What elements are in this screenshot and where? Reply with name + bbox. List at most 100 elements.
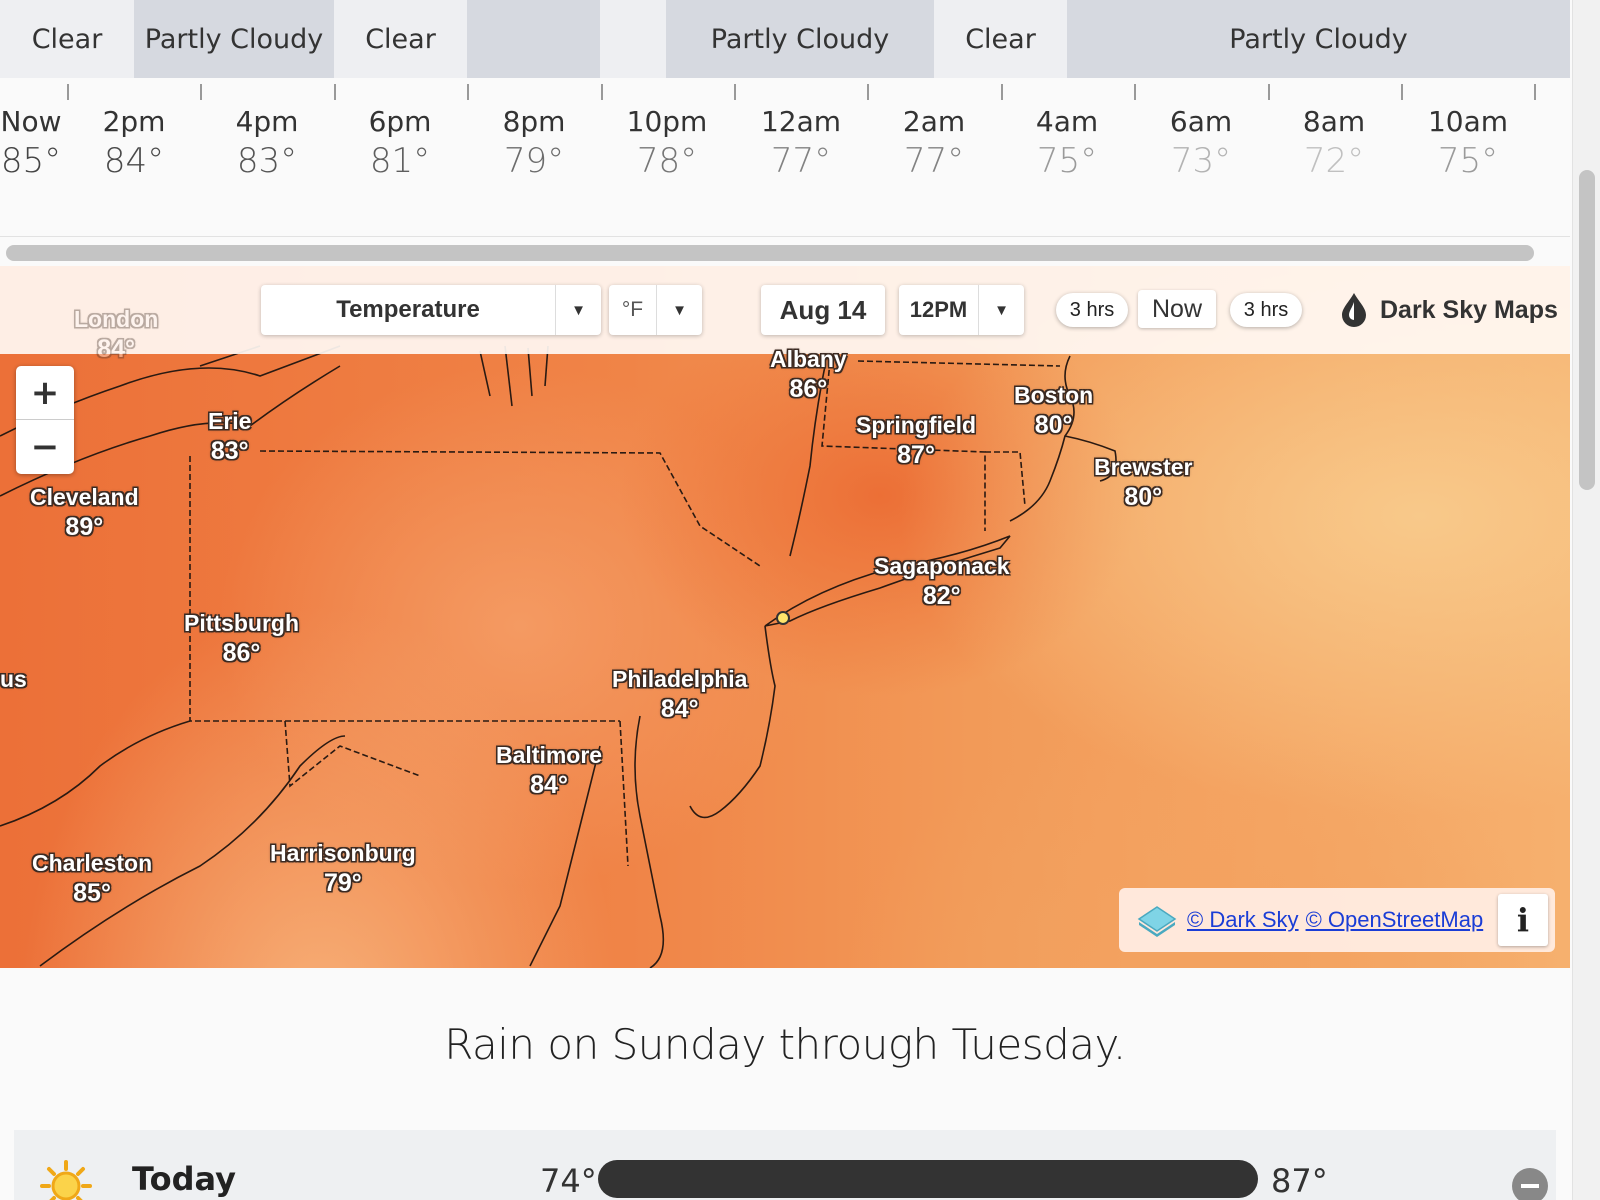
step-back-label: 3 hrs [1069,298,1115,321]
city-temp: 82° [922,582,961,610]
chevron-down-icon[interactable]: ▼ [978,285,1024,335]
minus-icon: − [30,427,60,467]
hour-tick [734,84,736,100]
condition-segment [467,0,600,78]
city-name: Pittsburgh [184,610,299,636]
day-label: Today [132,1160,236,1198]
collapse-button[interactable] [1512,1168,1548,1200]
hour-temp: 77° [770,141,832,181]
city-temp: 84° [97,335,136,363]
city-name: Springfield [856,412,977,438]
city-name: Charleston [32,850,153,876]
map-time-label: 12PM [909,297,968,322]
page-scrollbar-thumb[interactable] [1579,170,1595,490]
city-label: us [0,664,27,694]
city-temp: 86° [222,639,261,667]
condition-label: Clear [365,23,436,55]
zoom-in-button[interactable]: + [16,366,74,420]
condition-label: Partly Cloudy [710,23,890,55]
timeline-scrollbar-thumb[interactable] [6,245,1534,261]
chevron-down-icon[interactable]: ▼ [656,285,702,335]
hour-tick [67,84,69,100]
hour-ticks [0,84,1570,100]
hour-label: 10pm [626,105,708,138]
hour-label: 4am [1035,105,1099,138]
map-layer-label: Temperature [336,296,480,323]
city-label: Charleston 85° [32,848,152,908]
conditions-bar: Clear Partly Cloudy Clear Partly Cloudy … [0,0,1570,78]
current-location-marker [776,611,790,625]
hour-tick [1134,84,1136,100]
city-label: Boston 80° [1014,380,1093,440]
city-temp: 85° [73,879,111,907]
zoom-out-button[interactable]: − [16,420,74,474]
map-layer-select[interactable]: Temperature ▼ [261,285,601,335]
city-label: Sagaponack 82° [874,551,1010,611]
city-label: Philadelphia 84° [612,664,747,724]
hour-label: 10am [1427,105,1509,138]
hour-tick [1268,84,1270,100]
city-label: Erie 83° [208,406,251,466]
dark-sky-attribution-link[interactable]: © Dark Sky [1187,907,1299,933]
city-name: Baltimore [496,742,603,768]
hour-tick [334,84,336,100]
step-forward-button[interactable]: 3 hrs [1230,293,1302,327]
hour-item: 8am 72° [1279,104,1389,182]
hour-item: 6pm 81° [345,104,455,182]
now-label: Now [1151,294,1202,323]
city-label: Springfield 87° [856,410,976,470]
condition-segment [600,0,666,78]
dark-sky-logo-icon [1342,293,1366,327]
day-high-temp: 87° [1271,1162,1328,1200]
map-time-select[interactable]: 12PM ▼ [899,285,1024,335]
chevron-down-icon[interactable]: ▼ [555,285,601,335]
now-button[interactable]: Now [1138,290,1216,328]
condition-segment: Clear [934,0,1067,78]
brand-label: Dark Sky Maps [1380,295,1558,324]
page-scrollbar[interactable] [1572,0,1600,1200]
city-temp: 87° [897,441,935,469]
dark-sky-maps-link[interactable]: Dark Sky Maps [1340,290,1558,330]
map-date-label: Aug 14 [779,294,867,325]
hour-tick [1001,84,1003,100]
hour-label: Now [0,105,62,138]
hour-temp: 81° [369,141,431,181]
hour-item: 10am 75° [1413,104,1523,182]
minus-icon [1521,1184,1539,1188]
city-temp: 86° [789,375,828,403]
hour-temp: 72° [1303,141,1365,181]
condition-segment: Clear [0,0,134,78]
city-name: Brewster [1094,454,1193,480]
hour-temp: 78° [636,141,698,181]
city-name: Albany [770,346,847,372]
step-forward-label: 3 hrs [1243,298,1289,321]
temperature-map[interactable]: London 84° Erie 83° Cleveland 89° Albany 86°… [0,266,1570,968]
info-button[interactable]: i [1498,894,1548,946]
openstreetmap-attribution-link[interactable]: © OpenStreetMap [1306,907,1484,933]
city-name: us [0,666,27,692]
hour-temp: 77° [903,141,965,181]
city-label: Albany 86° [770,344,847,404]
hour-temp: 79° [503,141,565,181]
city-temp: 80° [1034,411,1073,439]
city-temp: 89° [65,513,104,541]
city-name: Erie [208,408,252,434]
city-label: Baltimore 84° [496,740,602,800]
city-label: Harrisonburg 79° [270,838,416,898]
unit-select[interactable]: °F ▼ [609,285,702,335]
city-temp: 80° [1124,483,1163,511]
hour-item: 10pm 78° [612,104,722,182]
hour-item: 4am 75° [1012,104,1122,182]
timeline-scrollbar[interactable] [0,236,1570,264]
hour-item: 2am 77° [879,104,989,182]
daily-forecast-row[interactable]: Today 74° 87° [14,1130,1556,1200]
hour-tick [200,84,202,100]
hour-label: 12am [760,105,842,138]
step-back-button[interactable]: 3 hrs [1056,293,1128,327]
forecast-summary: Rain on Sunday through Tuesday. [444,1020,1126,1069]
condition-segment: Clear [334,0,467,78]
city-label: Pittsburgh 86° [184,608,299,668]
hour-item: 2pm 84° [79,104,189,182]
map-date[interactable]: Aug 14 [761,285,885,335]
hour-temp: 75° [1036,141,1098,181]
